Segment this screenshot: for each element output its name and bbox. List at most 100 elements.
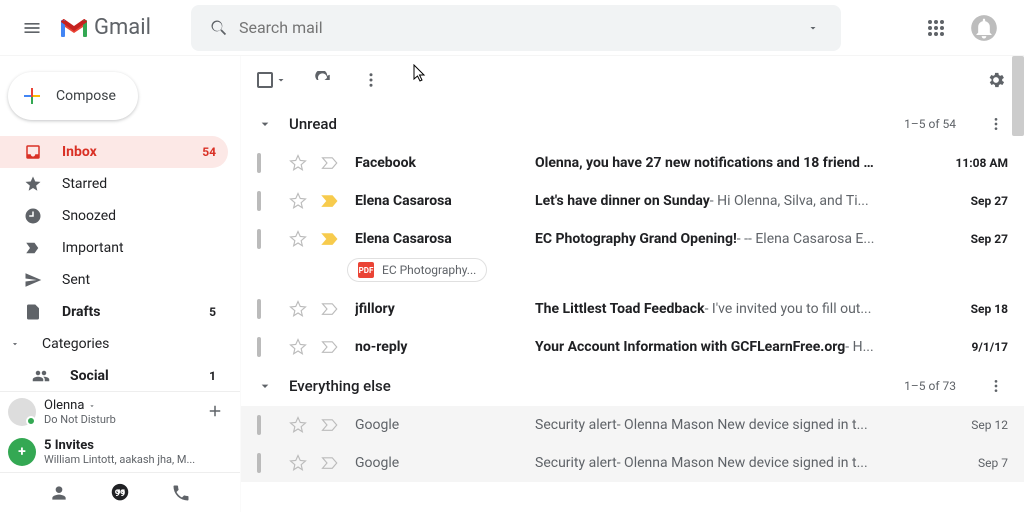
star-button[interactable] [289, 454, 309, 472]
star-button[interactable] [289, 230, 309, 248]
sidebar-item-starred[interactable]: Starred [0, 168, 228, 200]
more-button[interactable] [359, 71, 383, 89]
email-list[interactable]: Unread 1–5 of 54 Facebook Olenna, you ha… [241, 104, 1024, 512]
importance-icon [321, 156, 339, 170]
main-menu-button[interactable] [8, 4, 56, 52]
sidebar-item-sent[interactable]: Sent [0, 264, 228, 296]
hangouts-invites[interactable]: + 5 Invites William Lintott, aakash jha,… [0, 432, 240, 472]
email-row[interactable]: Google Security alert - Olenna Mason New… [241, 406, 1024, 444]
star-button[interactable] [289, 338, 309, 356]
sidebar-item-categories[interactable]: Categories [0, 328, 228, 360]
section-more-button[interactable] [984, 116, 1008, 132]
importance-marker[interactable] [321, 418, 341, 432]
gmail-icon [60, 17, 88, 39]
select-all-checkbox[interactable] [257, 72, 287, 88]
star-outline-icon [289, 300, 307, 318]
email-row[interactable]: Google Security alert - Olenna Mason New… [241, 444, 1024, 482]
email-row[interactable]: Facebook Olenna, you have 27 new notific… [241, 144, 1024, 182]
refresh-icon [314, 71, 332, 89]
email-row[interactable]: no-reply Your Account Information with G… [241, 328, 1024, 366]
search-input[interactable] [239, 18, 793, 37]
search-options-dropdown[interactable] [793, 22, 833, 34]
section-more-button[interactable] [984, 378, 1008, 394]
search-bar[interactable] [191, 5, 841, 51]
notifications-button[interactable] [964, 8, 1004, 48]
sidebar-item-inbox[interactable]: Inbox 54 [0, 136, 228, 168]
more-vert-icon [362, 71, 380, 89]
gmail-logo[interactable]: Gmail [60, 15, 151, 40]
section-header-unread[interactable]: Unread 1–5 of 54 [241, 104, 1024, 144]
star-button[interactable] [289, 300, 309, 318]
compose-button[interactable]: Compose [8, 72, 138, 120]
importance-marker[interactable] [321, 302, 341, 316]
importance-marker[interactable] [321, 194, 341, 208]
star-button[interactable] [289, 154, 309, 172]
section-title: Unread [289, 115, 888, 133]
sidebar-item-social[interactable]: Social 1 [0, 360, 228, 391]
importance-marker[interactable] [321, 340, 341, 354]
add-contact-button[interactable] [206, 402, 224, 420]
people-icon [32, 367, 52, 385]
email-snippet: - I've invited you to fill out... [705, 301, 872, 317]
gear-icon [986, 70, 1006, 90]
importance-icon [321, 418, 339, 432]
chevron-down-icon[interactable] [257, 378, 273, 394]
row-checkbox[interactable] [257, 155, 277, 171]
settings-button[interactable] [984, 70, 1008, 90]
email-row[interactable]: jfillory The Littlest Toad Feedback - I'… [241, 290, 1024, 328]
row-checkbox[interactable] [257, 301, 277, 317]
email-row[interactable]: Elena Casarosa EC Photography Grand Open… [241, 220, 1024, 258]
apps-grid-icon [927, 19, 945, 37]
contacts-tab[interactable] [49, 483, 69, 503]
star-outline-icon [289, 154, 307, 172]
plus-icon [20, 84, 44, 108]
importance-marker[interactable] [321, 232, 341, 246]
sidebar-label: Inbox [62, 144, 97, 160]
star-button[interactable] [289, 416, 309, 434]
sidebar-count: 54 [202, 145, 216, 159]
phone-tab[interactable] [171, 483, 191, 503]
row-checkbox[interactable] [257, 231, 277, 247]
email-row[interactable]: Elena Casarosa Let's have dinner on Sund… [241, 182, 1024, 220]
apps-button[interactable] [916, 8, 956, 48]
email-sender: no-reply [355, 339, 535, 355]
email-snippet: - Olenna Mason New device signed in t... [617, 455, 868, 471]
email-sender: Elena Casarosa [355, 231, 535, 247]
chevron-down-icon[interactable] [257, 116, 273, 132]
important-icon [24, 239, 44, 257]
email-sender: Elena Casarosa [355, 193, 535, 209]
sidebar-item-drafts[interactable]: Drafts 5 [0, 296, 228, 328]
chat-user-name: Olenna [44, 398, 84, 413]
person-icon [49, 483, 69, 503]
section-header-else[interactable]: Everything else 1–5 of 73 [241, 366, 1024, 406]
importance-icon [321, 340, 339, 354]
row-checkbox[interactable] [257, 417, 277, 433]
email-date: Sep 7 [938, 456, 1008, 470]
star-button[interactable] [289, 192, 309, 210]
importance-marker[interactable] [321, 456, 341, 470]
row-checkbox[interactable] [257, 339, 277, 355]
email-content: Your Account Information with GCFLearnFr… [535, 339, 938, 355]
row-checkbox[interactable] [257, 455, 277, 471]
search-icon [199, 18, 239, 38]
sidebar-label: Sent [62, 272, 90, 288]
sidebar-label: Snoozed [62, 208, 116, 224]
checkbox-icon [257, 191, 261, 211]
sidebar-item-important[interactable]: Important [0, 232, 228, 264]
section-count: 1–5 of 54 [904, 117, 956, 131]
caret-down-icon [88, 402, 96, 410]
sidebar-item-snoozed[interactable]: Snoozed [0, 200, 228, 232]
importance-marker[interactable] [321, 156, 341, 170]
refresh-button[interactable] [311, 71, 335, 89]
email-subject: Olenna, you have 27 new notifications an… [535, 155, 874, 171]
attachment-chip[interactable]: PDF EC Photography... [347, 258, 487, 282]
hangouts-tab[interactable]: 99 [109, 482, 131, 504]
hangouts-user[interactable]: Olenna Do Not Disturb [0, 392, 240, 432]
email-subject: The Littlest Toad Feedback [535, 301, 705, 317]
row-checkbox[interactable] [257, 193, 277, 209]
sidebar-label: Social [70, 368, 109, 384]
status-dot-icon [26, 416, 36, 426]
star-outline-icon [289, 338, 307, 356]
clock-icon [24, 207, 44, 225]
importance-icon [321, 302, 339, 316]
